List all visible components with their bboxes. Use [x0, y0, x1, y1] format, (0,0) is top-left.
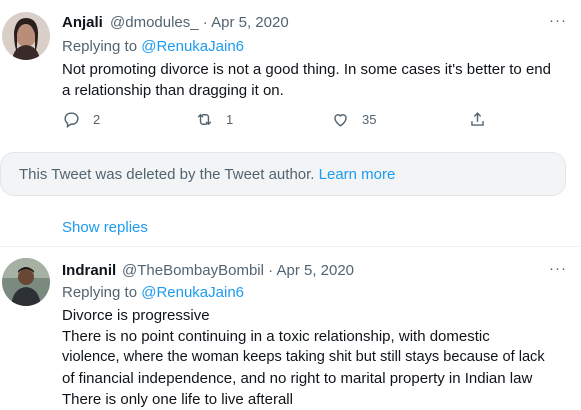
- deleted-message: This Tweet was deleted by the Tweet auth…: [19, 166, 315, 183]
- tweet-anjali[interactable]: Anjali @dmodules_ · Apr 5, 2020 ··· Repl…: [0, 0, 581, 150]
- avatar[interactable]: [2, 258, 50, 306]
- retweet-icon: [197, 113, 212, 126]
- tweet-meta: @dmodules_ · Apr 5, 2020: [110, 14, 289, 31]
- learn-more-link[interactable]: Learn more: [319, 166, 396, 183]
- show-replies-link[interactable]: Show replies: [62, 219, 148, 236]
- tweet-text: Divorce is progressive There is no point…: [62, 305, 577, 410]
- tweet-line: of financial independence, and no right …: [62, 370, 533, 387]
- replying-to-label: Replying to: [62, 38, 138, 55]
- tweet-indranil[interactable]: Indranil @TheBombayBombil · Apr 5, 2020 …: [0, 247, 581, 408]
- tweet-line: Divorce is progressive: [62, 307, 210, 324]
- avatar[interactable]: [2, 12, 50, 60]
- replying-to: Replying to @RenukaJain6: [62, 38, 244, 55]
- replying-to-label: Replying to: [62, 284, 138, 301]
- more-options-button[interactable]: ···: [549, 12, 567, 29]
- heart-icon: [334, 114, 347, 127]
- author-handle[interactable]: @dmodules_: [110, 14, 199, 31]
- reply-icon: [64, 112, 79, 129]
- tweet-meta: @TheBombayBombil · Apr 5, 2020: [122, 262, 354, 279]
- tweet-date[interactable]: Apr 5, 2020: [211, 14, 289, 31]
- reply-count: 2: [93, 112, 101, 127]
- replying-to-link[interactable]: @RenukaJain6: [141, 284, 244, 301]
- like-count: 35: [362, 112, 377, 127]
- replying-to: Replying to @RenukaJain6: [62, 284, 244, 301]
- author-name[interactable]: Anjali: [62, 14, 103, 31]
- deleted-tweet-text: This Tweet was deleted by the Tweet auth…: [19, 166, 395, 183]
- more-options-button[interactable]: ···: [549, 260, 567, 277]
- tweet-text: Not promoting divorce is not a good thin…: [62, 61, 551, 99]
- meta-separator: ·: [268, 262, 274, 279]
- deleted-tweet-notice: This Tweet was deleted by the Tweet auth…: [0, 152, 566, 196]
- author-handle[interactable]: @TheBombayBombil: [122, 262, 264, 279]
- like-button[interactable]: 35: [331, 110, 376, 129]
- tweet-date[interactable]: Apr 5, 2020: [276, 262, 354, 279]
- tweet-line: violence, where the woman keeps taking s…: [62, 349, 545, 365]
- replying-to-link[interactable]: @RenukaJain6: [141, 38, 244, 55]
- retweet-button[interactable]: 1: [195, 110, 233, 129]
- author-name[interactable]: Indranil: [62, 262, 116, 279]
- share-icon: [471, 112, 484, 126]
- retweet-count: 1: [226, 112, 234, 127]
- tweet-line: There is no point continuing in a toxic …: [62, 328, 490, 345]
- share-button[interactable]: [468, 110, 487, 129]
- meta-separator: ·: [202, 14, 208, 31]
- tweet-line: There is only one life to live afterall: [62, 391, 293, 408]
- reply-button[interactable]: 2: [62, 110, 100, 129]
